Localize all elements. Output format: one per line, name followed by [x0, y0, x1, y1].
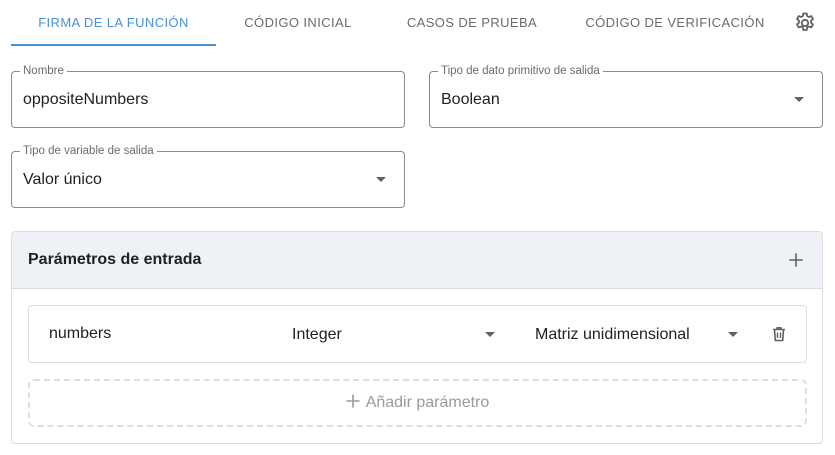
output-variable-value: Valor único [23, 171, 102, 188]
tab-codigo-inicial[interactable]: Código inicial [216, 0, 380, 46]
add-parameter-content: Añadir parámetro [30, 381, 805, 425]
tab-codigo-verificacion[interactable]: Código de verificación [564, 0, 786, 46]
active-tab-indicator [11, 44, 216, 46]
input-parameters-title: Parámetros de entrada [28, 251, 202, 268]
caret-down-icon [485, 332, 495, 337]
plus-icon [345, 393, 360, 408]
parameter-structure-value: Matriz unidimensional [535, 326, 690, 343]
add-parameter-label: Añadir parámetro [365, 394, 490, 411]
parameter-name[interactable]: numbers [49, 306, 111, 362]
output-variable-select[interactable]: Tipo de variable de salida Valor único [11, 144, 405, 208]
parameter-type-select[interactable]: Integer [292, 306, 502, 362]
name-field-value[interactable]: oppositeNumbers [23, 72, 148, 127]
output-primitive-value: Boolean [441, 91, 500, 108]
gear-icon [796, 12, 814, 31]
caret-down-icon [376, 177, 386, 182]
settings-button[interactable] [793, 11, 817, 35]
output-primitive-select[interactable]: Tipo de dato primitivo de salida Boolean [429, 64, 823, 128]
name-field[interactable]: Nombre oppositeNumbers [11, 64, 405, 128]
input-parameters-panel: Parámetros de entrada numbers Integer Ma… [11, 231, 823, 444]
delete-parameter-button[interactable] [769, 324, 789, 344]
tab-bar: Firma de la función Código inicial Casos… [0, 0, 835, 48]
add-parameter-button[interactable]: Añadir parámetro [28, 379, 807, 427]
add-parameter-header-button[interactable] [785, 249, 807, 271]
parameter-structure-select[interactable]: Matriz unidimensional [535, 306, 745, 362]
plus-icon [789, 253, 803, 267]
tab-firma-funcion[interactable]: Firma de la función [11, 0, 216, 46]
parameter-type-value: Integer [292, 326, 342, 343]
input-parameters-header: Parámetros de entrada [12, 232, 822, 289]
trash-icon [773, 327, 785, 342]
caret-down-icon [794, 97, 804, 102]
parameter-row: numbers Integer Matriz unidimensional [28, 305, 807, 363]
caret-down-icon [728, 332, 738, 337]
tab-casos-prueba[interactable]: Casos de prueba [380, 0, 564, 46]
